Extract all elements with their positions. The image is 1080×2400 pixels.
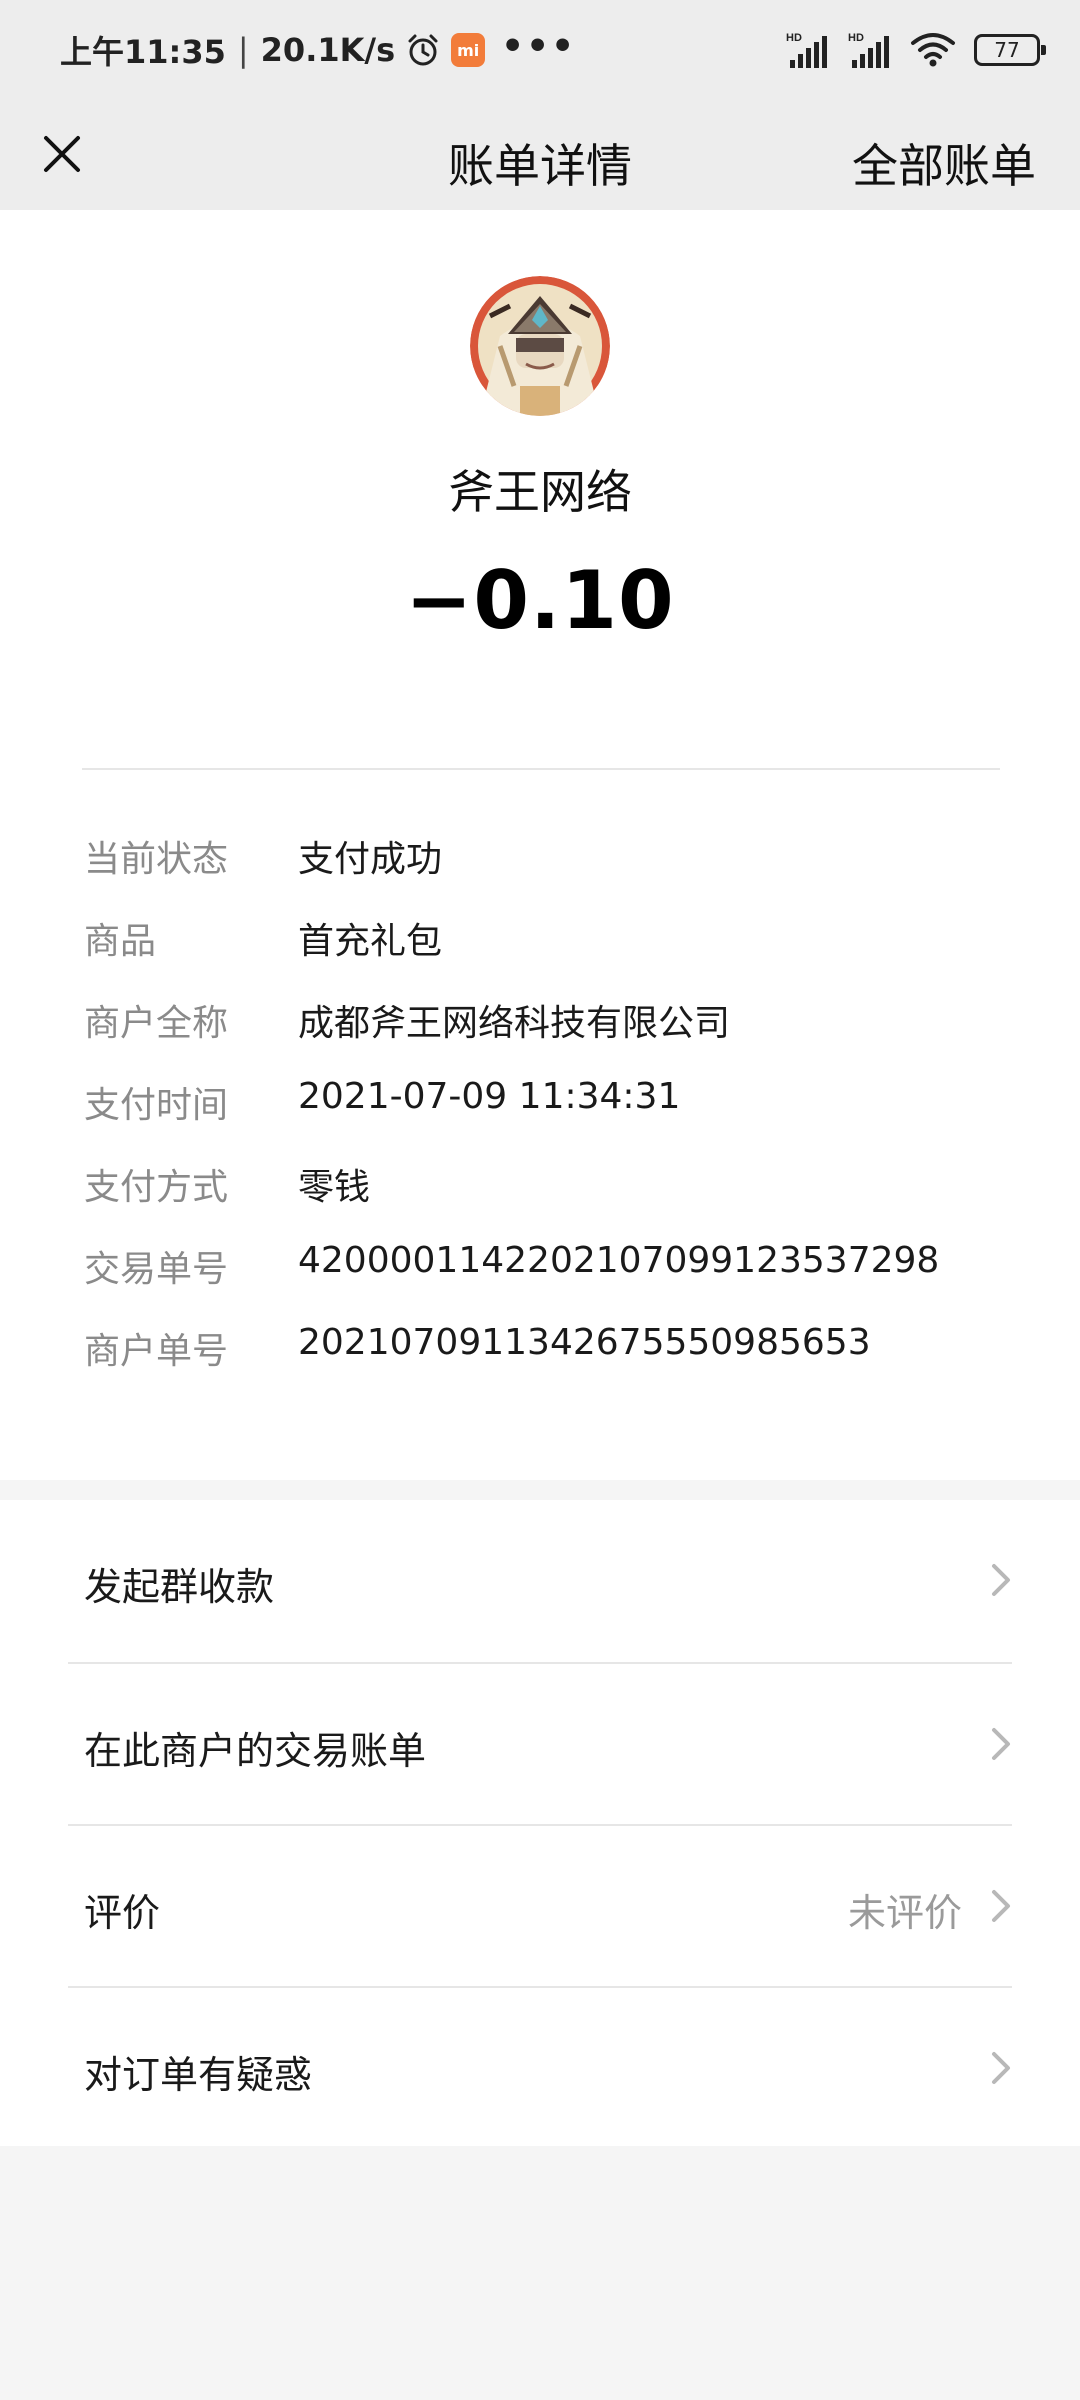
nav-bar: 账单详情 全部账单 [0, 100, 1080, 210]
detail-value: 零钱 [298, 1167, 371, 1208]
bill-details: 当前状态 支付成功 商品 首充礼包 商户全称 成都斧王网络科技有限公司 支付时间… [84, 830, 1024, 1404]
detail-value: 首充礼包 [298, 921, 443, 962]
battery-icon: 77 [974, 34, 1046, 66]
hd-signal-icon: HD [848, 32, 889, 68]
close-icon[interactable] [30, 122, 94, 186]
rating-item[interactable]: 评价 未评价 [68, 1824, 1012, 1986]
divider [82, 768, 1000, 770]
detail-value: 20210709113426755509856​53 [298, 1322, 871, 1363]
detail-label: 交易单号 [84, 1249, 229, 1290]
detail-row-pay-method: 支付方式 零钱 [84, 1158, 1024, 1240]
mi-app-icon: mi [451, 33, 486, 67]
detail-row-status: 当前状态 支付成功 [84, 830, 1024, 912]
detail-value: 2021-07-09 11:34:31 [298, 1076, 681, 1117]
status-net-speed: 20.1K/s [260, 31, 396, 69]
chevron-right-icon [992, 1564, 1010, 1596]
detail-row-product: 商品 首充礼包 [84, 912, 1024, 994]
merchant-name: 斧王网络 [448, 465, 632, 519]
chevron-right-icon [992, 2052, 1010, 2084]
detail-label: 商品 [84, 921, 157, 962]
status-time: 上午11:35 [60, 33, 226, 71]
actions-list: 发起群收款 在此商户的交易账单 评价 未评价 对订单有疑惑 [0, 1500, 1080, 2146]
battery-level: 77 [994, 38, 1020, 62]
chevron-right-icon [992, 1890, 1010, 1922]
svg-text:HD: HD [786, 32, 802, 44]
more-dots-icon: ••• [501, 25, 577, 67]
detail-row-merchant-full-name: 商户全称 成都斧王网络科技有限公司 [84, 994, 1024, 1076]
amount: −0.10 [405, 554, 675, 647]
detail-row-merchant-order-id: 商户单号 20210709113426755509856​53 [84, 1322, 1024, 1404]
wifi-icon [911, 33, 955, 67]
bill-card: 斧王网络 −0.10 当前状态 支付成功 商品 首充礼包 商户全称 成都斧王网络… [0, 210, 1080, 1480]
action-label: 在此商户的交易账单 [84, 1729, 427, 1773]
detail-label: 商户单号 [84, 1331, 229, 1372]
action-label: 发起群收款 [84, 1565, 275, 1609]
action-label: 对订单有疑惑 [84, 2053, 313, 2097]
rating-status: 未评价 [847, 1891, 962, 1935]
alarm-icon [408, 34, 438, 66]
order-question-item[interactable]: 对订单有疑惑 [68, 1986, 1012, 2148]
status-bar-left: 上午11:35 | 20.1K/s mi ••• [60, 25, 577, 72]
status-bar: 上午11:35 | 20.1K/s mi ••• HD HD 77 [0, 0, 1080, 100]
detail-label: 商户全称 [84, 1003, 229, 1044]
status-bar-right: HD HD 77 [786, 28, 1046, 72]
action-label: 评价 [84, 1891, 161, 1935]
hd-signal-icon: HD [786, 32, 827, 68]
merchant-bills-item[interactable]: 在此商户的交易账单 [68, 1662, 1012, 1824]
detail-label: 当前状态 [84, 839, 229, 880]
detail-value: 4200001142202107099123537298 [298, 1240, 940, 1281]
detail-value: 成都斧王网络科技有限公司 [298, 1003, 731, 1044]
status-separator: | [237, 31, 249, 69]
chevron-right-icon [992, 1728, 1010, 1760]
group-collect-item[interactable]: 发起群收款 [0, 1500, 1080, 1662]
detail-value: 支付成功 [298, 839, 443, 880]
detail-row-transaction-id: 交易单号 4200001142202107099123537298 [84, 1240, 1024, 1322]
detail-label: 支付时间 [84, 1085, 229, 1126]
detail-label: 支付方式 [84, 1167, 229, 1208]
all-bills-link[interactable]: 全部账单 [852, 130, 1036, 196]
detail-row-pay-time: 支付时间 2021-07-09 11:34:31 [84, 1076, 1024, 1158]
merchant-avatar [470, 276, 610, 416]
svg-text:HD: HD [848, 32, 864, 44]
